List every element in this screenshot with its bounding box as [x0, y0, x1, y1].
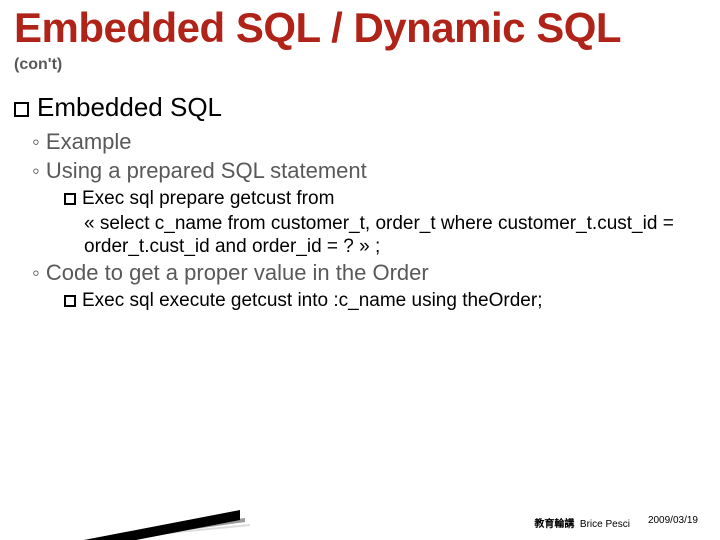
- square-bullet-icon: [64, 193, 76, 205]
- bullet-using-stmt: Using a prepared SQL statement: [14, 158, 700, 185]
- code-prepare-line2: « select c_name from customer_t, order_t…: [14, 212, 700, 258]
- bullet-example: Example: [14, 129, 700, 156]
- footer: 教育輪講 Brice Pesci 2009/03/19: [534, 515, 698, 530]
- slide-subtitle: (con't): [14, 56, 62, 74]
- slide: Embedded SQL / Dynamic SQL (con't) Embed…: [0, 0, 720, 540]
- footer-label: 教育輪講 Brice Pesci: [534, 515, 630, 530]
- code-prepare-line1: Exec sql prepare getcust from: [14, 187, 700, 210]
- code-execute-text: Exec sql execute getcust into :c_name us…: [82, 290, 542, 311]
- bullet-code-to-get: Code to get a proper value in the Order: [14, 260, 700, 287]
- footer-date: 2009/03/19: [648, 515, 698, 530]
- slide-body: Embedded SQL Example Using a prepared SQ…: [14, 92, 700, 314]
- section-heading-text: Embedded SQL: [37, 92, 222, 122]
- code-execute: Exec sql execute getcust into :c_name us…: [14, 289, 700, 312]
- code-prepare-line1-text: Exec sql prepare getcust from: [82, 188, 334, 209]
- footer-author: Brice Pesci: [580, 519, 630, 530]
- footer-cjk: 教育輪講: [534, 519, 574, 530]
- corner-decoration-icon: [0, 460, 250, 540]
- section-heading: Embedded SQL: [14, 92, 700, 123]
- square-bullet-icon: [64, 295, 76, 307]
- slide-title: Embedded SQL / Dynamic SQL: [14, 6, 710, 50]
- square-bullet-icon: [14, 102, 29, 117]
